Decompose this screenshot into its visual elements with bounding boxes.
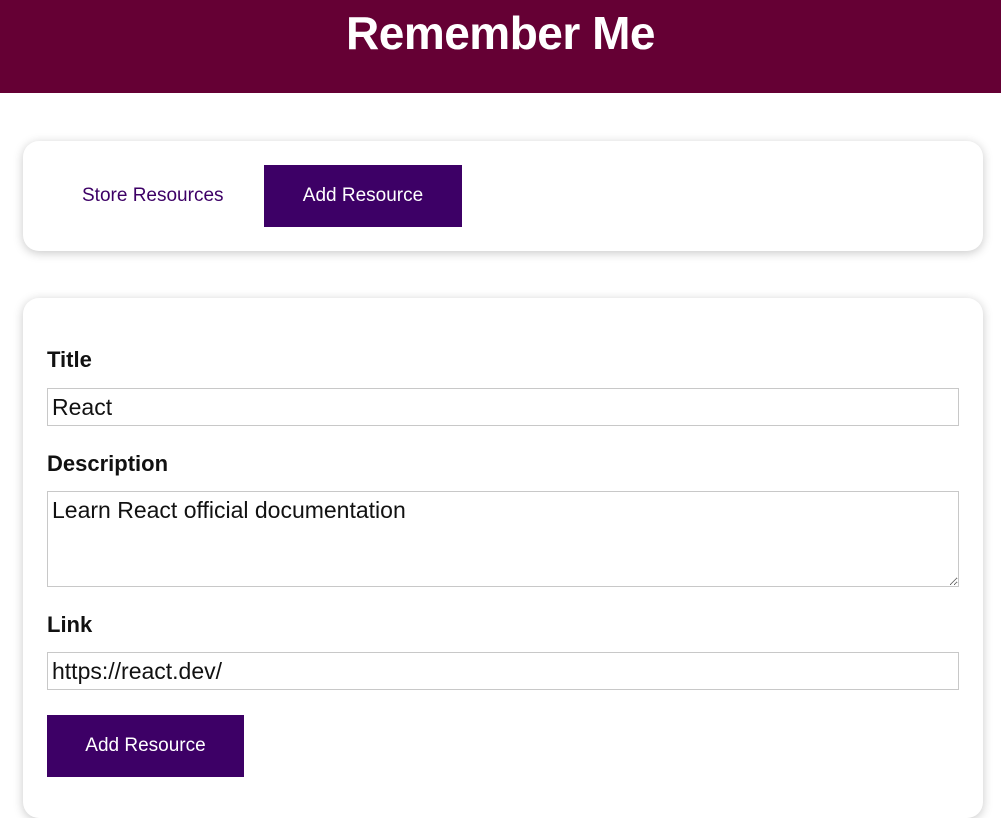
nav-card: Store Resources Add Resource (23, 141, 983, 251)
add-resource-submit-button[interactable]: Add Resource (47, 715, 244, 777)
app-header: Remember Me (0, 0, 1001, 93)
description-label: Description (47, 451, 169, 476)
add-resource-form: Title Description Learn React official d… (23, 298, 983, 818)
link-label: Link (47, 612, 93, 637)
title-label: Title (47, 347, 92, 372)
title-input[interactable] (47, 388, 959, 426)
description-textarea[interactable]: Learn React official documentation (47, 491, 959, 587)
nav-add-resource-button[interactable]: Add Resource (264, 165, 462, 227)
link-input[interactable] (47, 652, 959, 690)
nav-store-resources-link[interactable]: Store Resources (82, 165, 224, 227)
app-title: Remember Me (346, 7, 655, 59)
